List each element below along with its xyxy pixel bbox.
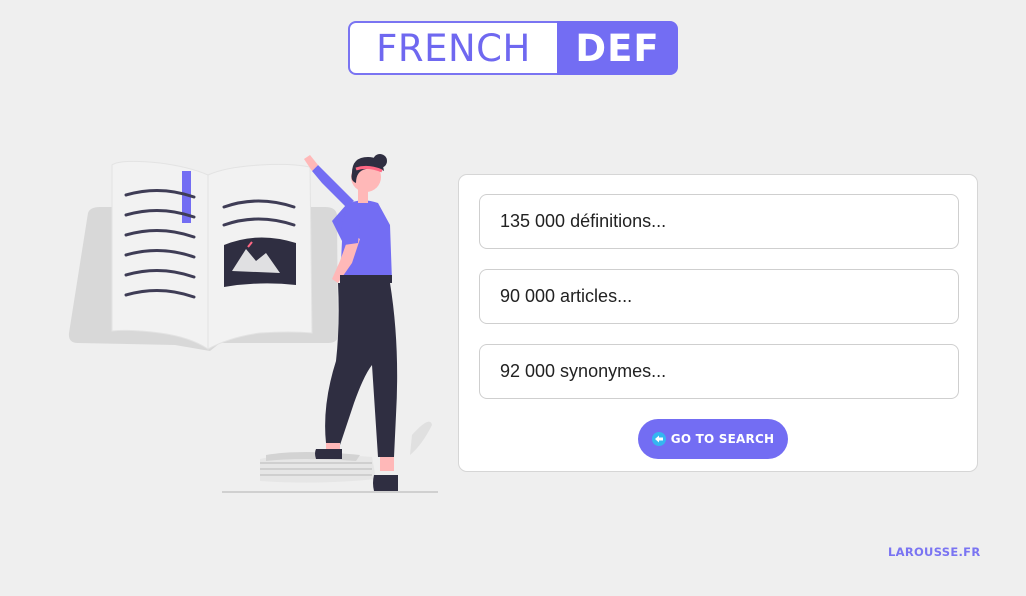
page: FRENCH DEF 135 000 définitions... 90 000… xyxy=(0,0,1026,596)
arrow-left-circle-icon xyxy=(651,432,666,446)
articles-count-text: 90 000 articles... xyxy=(500,286,633,306)
definitions-count-field: 135 000 définitions... xyxy=(479,194,959,249)
go-to-search-button[interactable]: GO TO SEARCH xyxy=(638,419,788,459)
larousse-link[interactable]: LAROUSSE.FR xyxy=(888,545,980,559)
logo-def-text: DEF xyxy=(557,21,678,75)
synonyms-count-text: 92 000 synonymes... xyxy=(500,361,667,381)
stats-card: 135 000 définitions... 90 000 articles..… xyxy=(458,174,978,472)
articles-count-field: 90 000 articles... xyxy=(479,269,959,324)
reading-woman-illustration xyxy=(68,154,438,493)
definitions-count-text: 135 000 définitions... xyxy=(500,211,667,231)
logo[interactable]: FRENCH DEF xyxy=(348,21,678,75)
go-to-search-label: GO TO SEARCH xyxy=(670,432,775,446)
logo-french-text: FRENCH xyxy=(348,21,557,75)
synonyms-count-field: 92 000 synonymes... xyxy=(479,344,959,399)
